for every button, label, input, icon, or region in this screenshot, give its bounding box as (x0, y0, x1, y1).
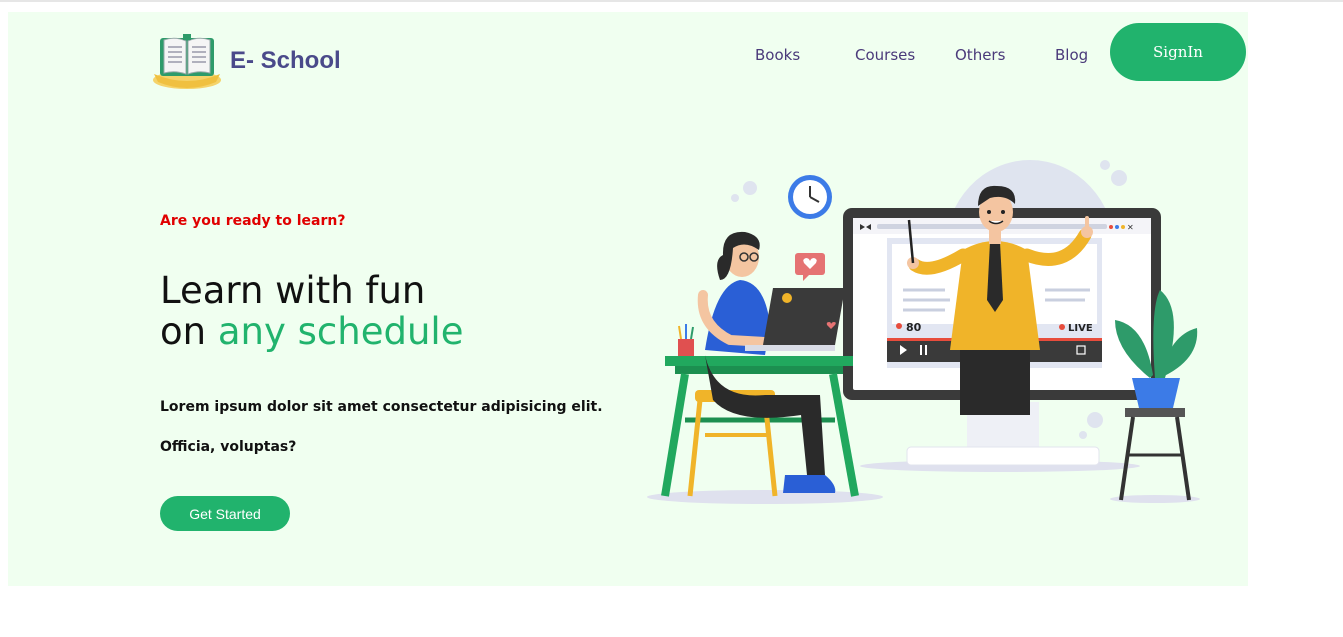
brand-name: E- School (230, 47, 341, 74)
hero-tagline: Are you ready to learn? (160, 213, 346, 229)
viewer-count: 80 (906, 321, 922, 334)
hero-headline: Learn with fun on any schedule (160, 270, 463, 352)
headline-line-2-accent: any schedule (217, 310, 464, 353)
get-started-button[interactable]: Get Started (160, 496, 290, 531)
top-border (0, 0, 1343, 2)
hero-description-line-1: Lorem ipsum dolor sit amet consectetur a… (160, 399, 603, 415)
hero-description-line-2: Officia, voluptas? (160, 439, 297, 455)
signin-button[interactable]: SignIn (1110, 23, 1246, 81)
live-label: LIVE (1068, 323, 1093, 334)
nav-item-blog[interactable]: Blog (1055, 46, 1088, 64)
brand-logo[interactable]: E- School (150, 30, 350, 94)
svg-text:✕: ✕ (1127, 223, 1134, 232)
nav-item-others[interactable]: Others (955, 46, 1005, 64)
nav-item-books[interactable]: Books (755, 46, 800, 64)
hero-illustration: ✕ 80 LIVE (645, 150, 1210, 512)
nav-item-courses[interactable]: Courses (855, 46, 915, 64)
online-class-illustration: ✕ 80 LIVE (647, 160, 1200, 504)
book-icon (153, 34, 221, 89)
headline-line-1: Learn with fun (160, 269, 426, 312)
headline-line-2-prefix: on (160, 310, 218, 353)
